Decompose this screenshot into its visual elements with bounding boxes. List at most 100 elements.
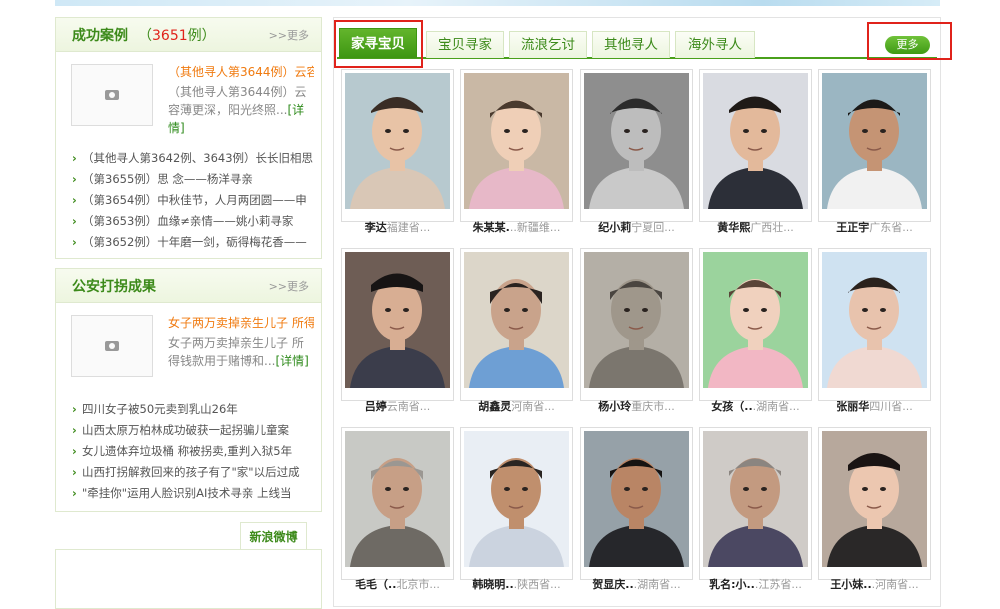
- person-label[interactable]: 李达福建省...: [335, 219, 460, 235]
- person-photo[interactable]: [464, 431, 569, 567]
- success-more-link[interactable]: >>更多: [269, 27, 309, 43]
- person-label[interactable]: 王正宇广东省...: [812, 219, 937, 235]
- person-card[interactable]: [460, 248, 573, 401]
- list-item[interactable]: （第3654例）中秋佳节，人月两团圆——申: [72, 190, 313, 211]
- person-card[interactable]: [699, 427, 812, 580]
- person-name[interactable]: 贺显庆..: [592, 578, 633, 591]
- person-card[interactable]: [818, 248, 931, 401]
- person-photo[interactable]: [464, 252, 569, 388]
- person-label[interactable]: 胡鑫灵河南省...: [454, 398, 579, 414]
- person-photo[interactable]: [822, 73, 927, 209]
- person-card[interactable]: [460, 69, 573, 222]
- person-label[interactable]: 乳名:小...江苏省...: [693, 576, 818, 592]
- person-card[interactable]: [699, 248, 812, 401]
- person-label[interactable]: 女孩（...湖南省...: [693, 398, 818, 414]
- person-province: 河南省...: [511, 400, 555, 413]
- person-province: 广东省...: [869, 221, 913, 234]
- person-card[interactable]: [341, 248, 454, 401]
- person-name[interactable]: 女孩（..: [711, 400, 752, 413]
- person-label[interactable]: 贺显庆...湖南省...: [574, 576, 699, 592]
- person-name[interactable]: 吕婷: [365, 400, 387, 413]
- person-label[interactable]: 朱某某...新疆维...: [454, 219, 579, 235]
- list-item[interactable]: （第3655例）思 念——杨洋寻亲: [72, 169, 313, 190]
- person-card[interactable]: [460, 427, 573, 580]
- person-province: .江苏省...: [754, 578, 802, 591]
- person-label[interactable]: 毛毛（..北京市...: [335, 576, 460, 592]
- success-cases-title: 成功案例: [72, 27, 128, 44]
- person-name[interactable]: 张丽华: [836, 400, 869, 413]
- person-photo[interactable]: [345, 252, 450, 388]
- person-name[interactable]: 朱某某.: [473, 221, 510, 234]
- person-label[interactable]: 张丽华四川省...: [812, 398, 937, 414]
- person-name[interactable]: 李达: [365, 221, 387, 234]
- highlight-box-tab: [334, 20, 423, 68]
- tab-vagrant-beggar[interactable]: 流浪乞讨: [509, 31, 587, 58]
- highlight-box-more: [867, 22, 952, 60]
- person-card[interactable]: [341, 69, 454, 222]
- list-item[interactable]: 四川女子被50元卖到乳山26年: [72, 399, 313, 420]
- success-feature[interactable]: （其他寻人第3644例）云容 （其他寻人第3644例）云容薄更深，阳光终照...…: [56, 64, 321, 148]
- person-label[interactable]: 王小妹...河南省...: [812, 576, 937, 592]
- police-feature-thumbnail[interactable]: [71, 315, 153, 377]
- list-item[interactable]: 山西太原万柏林成功破获一起拐骗儿童案: [72, 420, 313, 441]
- success-count: （3651例）: [138, 27, 216, 44]
- list-item[interactable]: （第3652例）十年磨一剑，砺得梅花香——: [72, 232, 313, 253]
- sina-weibo-tab[interactable]: 新浪微博: [240, 522, 307, 550]
- person-photo[interactable]: [822, 252, 927, 388]
- person-card[interactable]: [341, 427, 454, 580]
- person-photo[interactable]: [703, 73, 808, 209]
- person-name[interactable]: 杨小玲: [598, 400, 631, 413]
- person-label[interactable]: 纪小莉宁夏回...: [574, 219, 699, 235]
- list-item[interactable]: 女儿遗体弃垃圾桶 称被拐卖,重判入狱5年: [72, 441, 313, 462]
- person-name[interactable]: 毛毛（..: [355, 578, 396, 591]
- person-name[interactable]: 胡鑫灵: [478, 400, 511, 413]
- person-province: ..新疆维...: [509, 221, 561, 234]
- police-detail-link[interactable]: [详情]: [275, 354, 308, 368]
- person-label[interactable]: 韩晓明...陕西省...: [454, 576, 579, 592]
- person-photo[interactable]: [345, 73, 450, 209]
- person-name[interactable]: 乳名:小..: [709, 578, 755, 591]
- person-label[interactable]: 黄华熙广西壮...: [693, 219, 818, 235]
- person-photo[interactable]: [703, 252, 808, 388]
- person-photo[interactable]: [584, 431, 689, 567]
- tab-child-seeking-family[interactable]: 宝贝寻家: [426, 31, 504, 58]
- person-name[interactable]: 王小妹..: [830, 578, 871, 591]
- person-card[interactable]: [699, 69, 812, 222]
- person-photo[interactable]: [584, 252, 689, 388]
- person-name[interactable]: 韩晓明..: [472, 578, 513, 591]
- person-name[interactable]: 纪小莉: [598, 221, 631, 234]
- person-photo[interactable]: [345, 431, 450, 567]
- person-card[interactable]: [580, 248, 693, 401]
- list-item[interactable]: 山西打拐解救回来的孩子有了"家"以后过成: [72, 462, 313, 483]
- list-item[interactable]: （其他寻人第3642例、3643例）长长旧相思: [72, 148, 313, 169]
- tab-overseas-search[interactable]: 海外寻人: [675, 31, 755, 58]
- police-results-title: 公安打拐成果: [72, 278, 156, 295]
- sina-weibo-box: [55, 549, 322, 609]
- person-photo[interactable]: [703, 431, 808, 567]
- person-province: .陕西省...: [513, 578, 561, 591]
- person-photo[interactable]: [584, 73, 689, 209]
- person-province: 宁夏回...: [631, 221, 675, 234]
- person-label[interactable]: 杨小玲重庆市...: [574, 398, 699, 414]
- police-feature[interactable]: 女子两万卖掉亲生儿子 所得 女子两万卖掉亲生儿子 所得钱款用于赌博和...[详情…: [56, 315, 321, 399]
- person-photo[interactable]: [822, 431, 927, 567]
- police-feature-title[interactable]: 女子两万卖掉亲生儿子 所得: [168, 315, 314, 331]
- success-feature-thumbnail[interactable]: [71, 64, 153, 126]
- person-photo[interactable]: [464, 73, 569, 209]
- person-province: .河南省...: [871, 578, 919, 591]
- person-card[interactable]: [818, 427, 931, 580]
- person-card[interactable]: [580, 69, 693, 222]
- list-item[interactable]: （第3653例）血缘≠亲情——姚小莉寻家: [72, 211, 313, 232]
- person-name[interactable]: 黄华熙: [717, 221, 750, 234]
- person-card[interactable]: [818, 69, 931, 222]
- top-banner: [55, 0, 940, 6]
- camera-icon: [105, 90, 119, 100]
- tab-other-search[interactable]: 其他寻人: [592, 31, 670, 58]
- person-name[interactable]: 王正宇: [836, 221, 869, 234]
- police-results-box: 公安打拐成果 >>更多 女子两万卖掉亲生儿子 所得 女子两万卖掉亲生儿子 所得钱…: [55, 268, 322, 512]
- police-more-link[interactable]: >>更多: [269, 278, 309, 294]
- person-label[interactable]: 吕婷云南省...: [335, 398, 460, 414]
- list-item[interactable]: "牵挂你"运用人脸识别AI技术寻亲 上线当: [72, 483, 313, 504]
- success-feature-title[interactable]: （其他寻人第3644例）云容: [168, 64, 314, 80]
- person-card[interactable]: [580, 427, 693, 580]
